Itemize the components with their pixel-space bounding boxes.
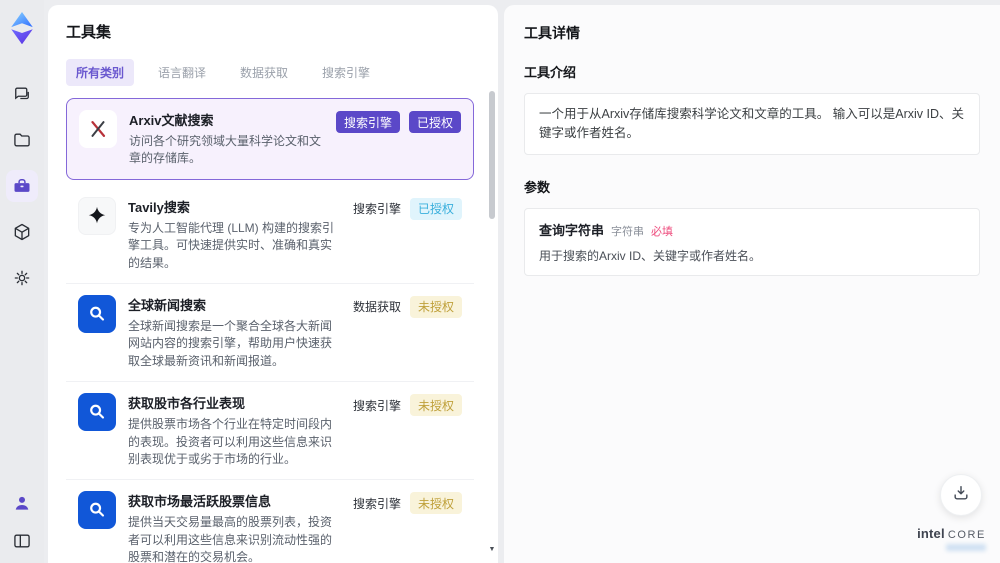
brand-primary: intel [917, 526, 945, 541]
category-badge: 搜索引擎 [352, 496, 401, 511]
tool-description: 访问各个研究领域大量科学论文和文章的存储库。 [129, 134, 322, 166]
category-badge: 搜索引擎 [352, 202, 401, 217]
settings-gear-icon[interactable] [6, 262, 38, 294]
tool-list-panel: 工具集 所有类别 语言翻译 数据获取 搜索引擎 Arxiv文献搜索 访问各个研究… [48, 5, 498, 563]
auth-badge: 未授权 [409, 394, 462, 417]
download-icon [951, 483, 971, 508]
page-title: 工具集 [66, 24, 112, 41]
tool-name: 获取市场最活跃股票信息 [128, 494, 272, 510]
icon-rail [0, 0, 44, 563]
intro-box: 一个用于从Arxiv存储库搜索科学论文和文章的工具。 输入可以是Arxiv ID… [524, 93, 980, 155]
folder-icon[interactable] [6, 124, 38, 156]
tool-description: 提供股票市场各个行业在特定时间段内的表现。投资者可以利用这些信息来识别表现优于或… [128, 417, 333, 466]
intro-text: 一个用于从Arxiv存储库搜索科学论文和文章的工具。 输入可以是Arxiv ID… [539, 107, 965, 140]
news-search-icon [78, 294, 116, 333]
tool-list: Arxiv文献搜索 访问各个研究领域大量科学论文和文章的存储库。 搜索引擎 已授… [66, 98, 486, 563]
category-badge: 搜索引擎 [335, 111, 400, 133]
panel-toggle-icon[interactable] [6, 525, 38, 557]
toolbox-icon[interactable] [6, 170, 38, 202]
parameter-card: 查询字符串 字符串 必填 用于搜索的Arxiv ID、关键字或作者姓名。 [524, 207, 980, 276]
tool-name: Arxiv文献搜索 [129, 113, 214, 128]
param-name: 查询字符串 [539, 222, 605, 238]
cube-icon[interactable] [6, 216, 38, 248]
tool-card[interactable]: Arxiv文献搜索 访问各个研究领域大量科学论文和文章的存储库。 搜索引擎 已授… [66, 98, 474, 180]
auth-badge: 未授权 [409, 295, 462, 318]
brand-secondary: core [947, 529, 986, 541]
category-tabs: 所有类别 语言翻译 数据获取 搜索引擎 [66, 59, 486, 86]
tool-description: 提供当天交易量最高的股票列表，投资者可以利用这些信息来识别流动性强的股票和潜在的… [128, 515, 333, 563]
app-logo-icon [8, 12, 36, 45]
scrollbar-thumb[interactable] [489, 91, 495, 219]
param-required-flag: 必填 [651, 225, 674, 238]
download-button[interactable] [940, 474, 982, 516]
scrollbar-down-arrow[interactable]: ▼ [488, 546, 496, 553]
tool-description: 专为人工智能代理 (LLM) 构建的搜索引擎工具。可快速提供实时、准确和真实的结… [128, 220, 335, 270]
tab[interactable]: 语言翻译 [148, 59, 216, 86]
tab[interactable]: 数据获取 [230, 59, 298, 86]
tab[interactable]: 搜索引擎 [312, 59, 380, 86]
tool-card[interactable]: Tavily搜索 专为人工智能代理 (LLM) 构建的搜索引擎工具。可快速提供实… [66, 185, 474, 284]
params-heading: 参数 [524, 179, 551, 195]
param-description: 用于搜索的Arxiv ID、关键字或作者姓名。 [539, 248, 762, 263]
intel-core-logo: intel core [917, 526, 986, 551]
news-search-icon [78, 491, 116, 530]
arxiv-icon [79, 110, 117, 148]
tool-detail-panel: 工具详情 工具介绍 一个用于从Arxiv存储库搜索科学论文和文章的工具。 输入可… [504, 5, 1000, 563]
tab[interactable]: 所有类别 [66, 59, 135, 86]
tool-card[interactable]: 获取市场最活跃股票信息 提供当天交易量最高的股票列表，投资者可以利用这些信息来识… [66, 480, 474, 563]
tool-card[interactable]: 全球新闻搜索 全球新闻搜索是一个聚合全球各大新闻网站内容的搜索引擎，帮助用户快速… [66, 283, 474, 383]
scrollbar: ▼ [488, 91, 496, 555]
tool-description: 全球新闻搜索是一个聚合全球各大新闻网站内容的搜索引擎，帮助用户快速获取全球最新资… [128, 318, 333, 368]
param-type: 字符串 [611, 225, 645, 238]
chat-icon[interactable] [6, 78, 38, 110]
category-badge: 数据获取 [352, 300, 401, 315]
category-badge: 搜索引擎 [352, 398, 401, 413]
tool-card[interactable]: 获取股市各行业表现 提供股票市场各个行业在特定时间段内的表现。投资者可以利用这些… [66, 382, 474, 481]
tool-name: 获取股市各行业表现 [128, 396, 246, 412]
auth-badge: 已授权 [409, 197, 462, 220]
auth-badge: 已授权 [408, 111, 461, 133]
intro-heading: 工具介绍 [524, 65, 577, 80]
brand-ultra-smudge [946, 544, 986, 551]
auth-badge: 未授权 [409, 492, 462, 515]
detail-title: 工具详情 [524, 25, 580, 41]
news-search-icon [78, 393, 116, 432]
tool-name: Tavily搜索 [128, 199, 190, 215]
user-icon[interactable] [6, 487, 38, 519]
tool-name: 全球新闻搜索 [128, 297, 207, 313]
sparkle-icon [78, 196, 116, 235]
